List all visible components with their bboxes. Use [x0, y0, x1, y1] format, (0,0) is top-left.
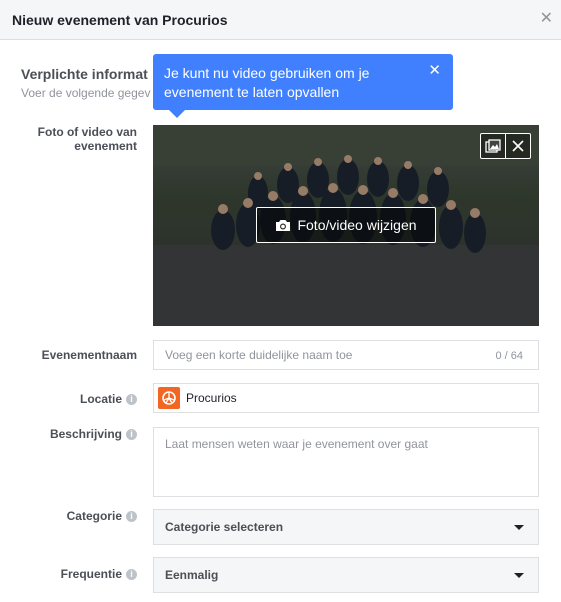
section-subtitle: Voer de volgende gegev [21, 86, 151, 100]
tooltip-close-icon[interactable]: ✕ [428, 63, 441, 79]
procurios-logo-icon [158, 387, 180, 409]
location-label-text: Locatie [79, 392, 122, 406]
photo-remove-icon[interactable] [505, 134, 530, 158]
photo-label: Foto of video van evenement [37, 125, 137, 153]
category-label: Categorie i [67, 509, 137, 523]
photo-edit-icon[interactable] [481, 134, 505, 158]
event-name-counter: 0 / 64 [495, 350, 523, 362]
event-name-input[interactable]: Voeg een korte duidelijke naam toe 0 / 6… [153, 340, 539, 370]
frequency-label-text: Frequentie [60, 567, 122, 581]
change-photo-video-button[interactable]: Foto/video wijzigen [256, 207, 436, 243]
event-name-label-text: Evenementnaam [41, 348, 137, 362]
tooltip-arrow [169, 110, 185, 118]
category-selected-value: Categorie selecteren [165, 520, 284, 534]
location-value: Procurios [186, 391, 237, 405]
location-input[interactable]: Procurios [153, 383, 539, 413]
description-info-icon[interactable]: i [126, 428, 137, 440]
event-cover-photo: Foto/video wijzigen [153, 125, 539, 326]
event-name-label: Evenementnaam [42, 348, 137, 362]
description-textarea[interactable]: Laat mensen weten waar je evenement over… [153, 427, 539, 497]
video-tooltip: Je kunt nu video gebruiken om je eveneme… [153, 54, 453, 118]
description-placeholder: Laat mensen weten waar je evenement over… [165, 437, 428, 451]
section-title: Verplichte informat [21, 66, 148, 82]
description-label-text: Beschrijving [49, 427, 122, 441]
camera-icon [276, 219, 291, 231]
photo-controls [480, 133, 531, 159]
frequency-caret-icon [514, 573, 524, 578]
category-caret-icon [514, 525, 524, 530]
event-name-placeholder: Voeg een korte duidelijke naam toe [165, 348, 353, 362]
change-photo-video-label: Foto/video wijzigen [297, 217, 417, 233]
close-icon[interactable]: ✕ [540, 11, 553, 27]
frequency-info-icon[interactable]: i [126, 568, 137, 580]
category-info-icon[interactable]: i [126, 510, 137, 522]
frequency-select[interactable]: Eenmalig [153, 557, 539, 593]
description-label: Beschrijving i [50, 427, 137, 441]
frequency-label: Frequentie i [61, 567, 137, 581]
category-label-text: Categorie [66, 509, 122, 523]
location-label: Locatie i [80, 392, 137, 406]
tooltip-text: Je kunt nu video gebruiken om je eveneme… [164, 65, 370, 100]
frequency-selected-value: Eenmalig [165, 568, 219, 582]
dialog-header: Nieuw evenement van Procurios ✕ [0, 0, 561, 40]
dialog-title: Nieuw evenement van Procurios [12, 12, 228, 28]
location-info-icon[interactable]: i [126, 393, 137, 405]
category-select[interactable]: Categorie selecteren [153, 509, 539, 545]
